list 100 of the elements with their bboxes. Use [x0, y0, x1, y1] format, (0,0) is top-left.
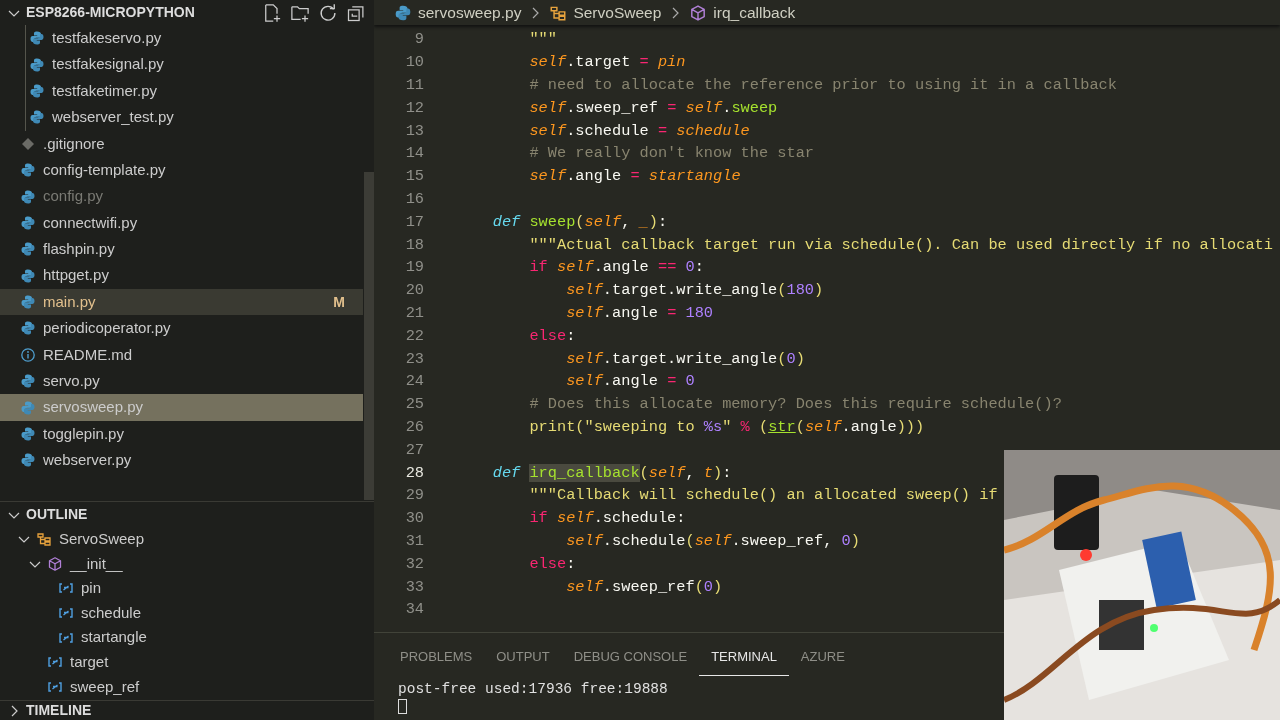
panel-tab[interactable]: OUTPUT [484, 636, 562, 676]
explorer-title: ESP8266-MICROPYTHON [26, 3, 195, 22]
line-number: 24 [404, 371, 424, 393]
line-number: 9 [413, 29, 424, 51]
panel-tab[interactable]: AZURE [788, 636, 857, 676]
code-line: def sweep(self, _): [492, 211, 668, 233]
line-number: 18 [404, 234, 424, 256]
python-icon [20, 188, 36, 205]
code-line: self.angle = startangle [529, 166, 741, 188]
line-number: 28 [404, 462, 424, 484]
python-icon [20, 320, 36, 337]
code-line: if self.schedule: [529, 508, 686, 530]
line-number: 27 [404, 439, 424, 461]
code-line: self.angle = 0 [566, 371, 695, 393]
python-icon [20, 399, 36, 416]
python-icon [20, 452, 36, 469]
breadcrumb-item[interactable]: irq_callback [713, 0, 796, 25]
file-item[interactable]: periodicoperator.py [0, 315, 363, 342]
diamond-icon [20, 135, 36, 152]
breadcrumb-item[interactable]: servosweep.py [418, 0, 522, 25]
file-item[interactable]: servo.py [0, 368, 363, 395]
scrollbar[interactable] [364, 172, 374, 500]
code-line: """Callback will schedule() an allocated sweep() if [529, 485, 998, 507]
file-item[interactable]: flashpin.py [0, 236, 363, 263]
code-line: self.schedule = schedule [529, 120, 750, 142]
line-number: 15 [404, 166, 424, 188]
code-line: # We really don't know the star [529, 143, 814, 165]
line-number: 12 [404, 97, 424, 119]
file-item[interactable]: testfakeservo.py [0, 25, 363, 52]
line-number: 13 [404, 120, 424, 142]
line-number: 21 [404, 303, 424, 324]
outline-item[interactable]: ServoSweep [0, 527, 363, 552]
line-number: 32 [404, 553, 424, 575]
code-line: self.target = pin [529, 52, 686, 74]
code-line: """ [529, 29, 557, 51]
cube-icon [47, 555, 63, 572]
line-number: 11 [404, 75, 424, 97]
file-item[interactable]: httpget.py [0, 262, 363, 289]
code-line: else: [529, 325, 576, 347]
code-line: # need to allocate the reference prior to using it in a callback [529, 75, 1117, 97]
code-line: self.sweep_ref = self.sweep [529, 97, 778, 119]
code-line: self.angle = 180 [566, 303, 714, 324]
outline-item[interactable]: startangle [0, 625, 363, 650]
file-item[interactable]: .gitignore [0, 130, 363, 157]
python-icon [394, 3, 412, 22]
file-item[interactable]: README.md [0, 341, 363, 369]
file-item[interactable]: webserver.py [0, 447, 363, 474]
line-number: 26 [404, 417, 424, 438]
line-number: 25 [404, 394, 424, 416]
line-number: 31 [404, 530, 424, 552]
line-number: 33 [404, 576, 424, 598]
outline-item[interactable]: __init__ [0, 551, 363, 577]
file-item[interactable]: config.py [0, 183, 363, 210]
code-line: def irq_callback(self, t): [492, 462, 732, 484]
code-line: # Does this allocate memory? Does this require schedule()? [529, 394, 1062, 416]
breadcrumb-item[interactable]: ServoSweep [573, 0, 662, 25]
outline-item[interactable]: sweep_ref [0, 674, 363, 700]
file-item[interactable]: main.py M [0, 288, 363, 316]
file-item[interactable]: togglepin.py [0, 420, 363, 448]
python-icon [29, 30, 45, 47]
file-item[interactable]: testfakesignal.py [0, 51, 363, 78]
outline-item[interactable]: schedule [0, 600, 363, 626]
cube-icon [689, 3, 708, 22]
file-item[interactable]: testfaketimer.py [0, 77, 363, 105]
code-line: """Actual callback target run via schedule(). Can be used directly if no allocati [529, 234, 1273, 256]
python-icon [20, 294, 36, 311]
outline-item[interactable]: pin [0, 576, 363, 601]
outline-item[interactable]: target [0, 649, 363, 675]
panel-tab[interactable]: TERMINAL [699, 636, 789, 676]
line-number: 20 [404, 280, 424, 302]
code-line: self.schedule(self.sweep_ref, 0) [566, 530, 860, 552]
line-number: 23 [404, 348, 424, 370]
refresh-icon[interactable] [318, 2, 338, 23]
line-number: 29 [404, 485, 424, 507]
panel-tab[interactable]: DEBUG CONSOLE [561, 636, 700, 676]
class-icon [36, 531, 52, 548]
file-item[interactable]: config-template.py [0, 156, 363, 184]
code-line: self.target.write_angle(0) [566, 348, 805, 370]
line-number: 34 [404, 599, 424, 621]
panel-tab[interactable]: PROBLEMS [388, 636, 485, 676]
line-number: 14 [404, 143, 424, 165]
python-icon [29, 82, 45, 99]
python-icon [20, 373, 36, 390]
python-icon [29, 109, 45, 126]
code-line: else: [529, 553, 576, 575]
python-icon [20, 162, 36, 179]
line-number: 16 [404, 189, 424, 210]
section-title: OUTLINE [26, 505, 88, 524]
python-icon [20, 214, 36, 231]
file-item[interactable]: webserver_test.py [0, 104, 363, 131]
python-icon [20, 267, 36, 284]
line-number: 30 [404, 508, 424, 530]
new-file-icon[interactable] [262, 2, 282, 23]
file-item[interactable]: connectwifi.py [0, 209, 363, 237]
python-icon [29, 56, 45, 73]
line-number: 17 [404, 211, 424, 233]
python-icon [20, 426, 36, 443]
code-line: self.sweep_ref(0) [566, 576, 723, 598]
code-line: self.target.write_angle(180) [566, 280, 824, 302]
line-number: 22 [404, 325, 424, 347]
